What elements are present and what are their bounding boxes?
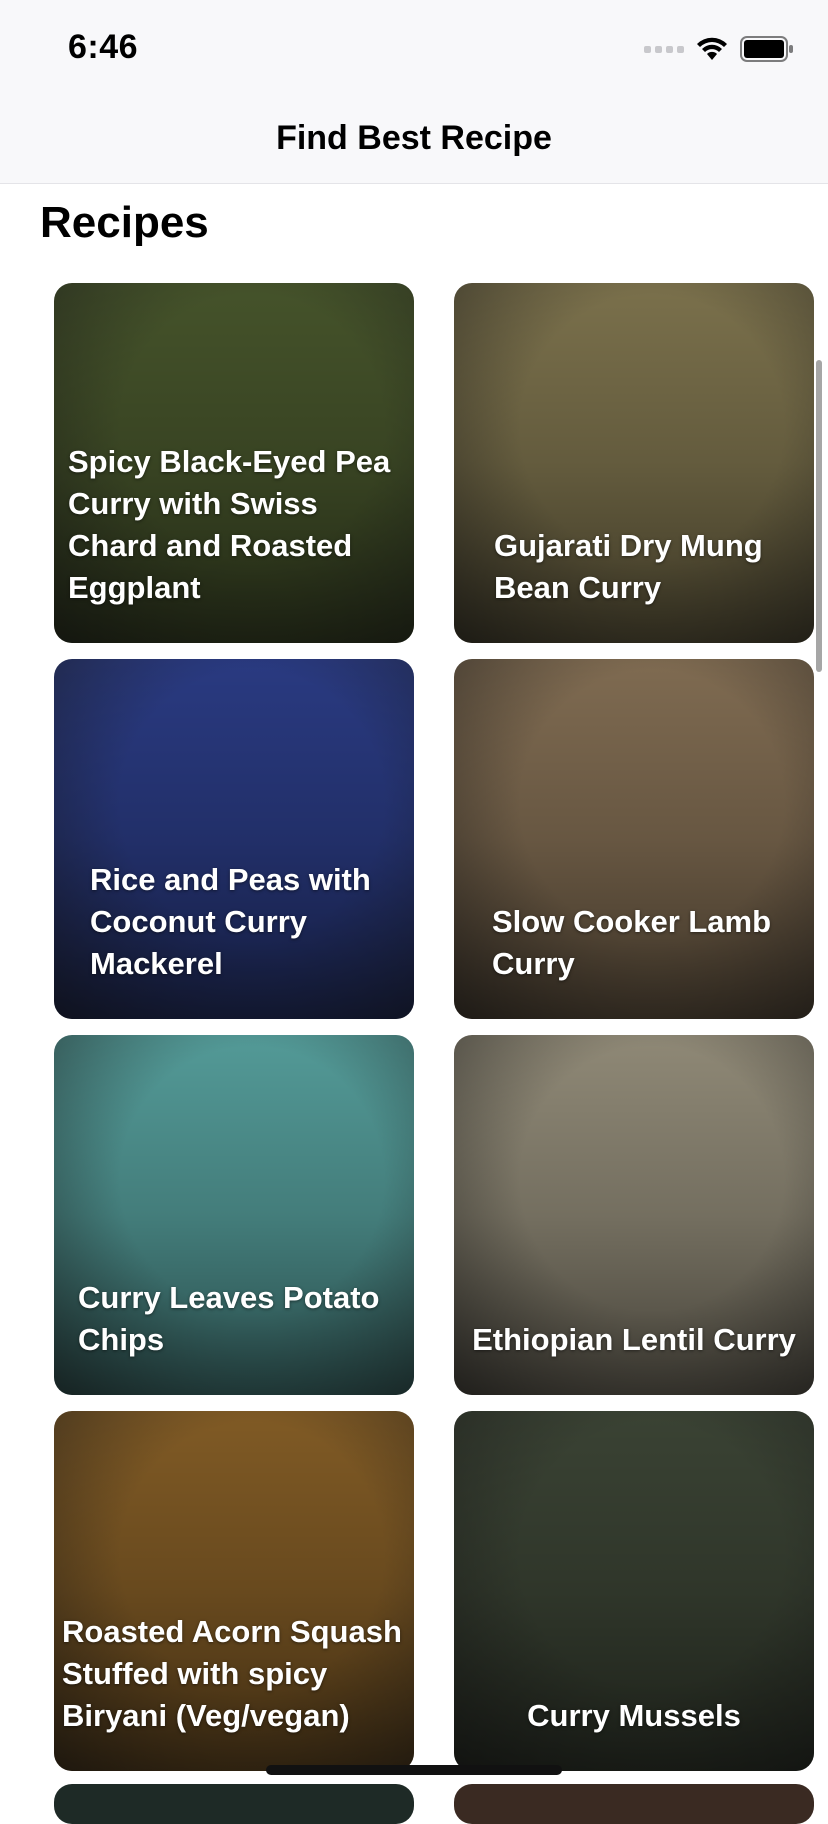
recipe-title: Ethiopian Lentil Curry (472, 1322, 796, 1357)
status-bar: 6:46 (0, 0, 828, 95)
nav-title: Find Best Recipe (276, 119, 552, 157)
recipe-card[interactable]: Spicy Black-Eyed Pea Curry with Swiss Ch… (54, 283, 414, 643)
recipe-title: Curry Leaves Potato Chips (78, 1280, 380, 1357)
recipe-card[interactable]: Ethiopian Lentil Curry (454, 1035, 814, 1395)
navigation-bar: Find Best Recipe (0, 95, 828, 184)
recipe-title: Gujarati Dry Mung Bean Curry (494, 528, 763, 605)
recipe-card-partial[interactable] (54, 1784, 414, 1824)
recipe-card[interactable]: Gujarati Dry Mung Bean Curry (454, 283, 814, 643)
wifi-icon (697, 37, 727, 60)
scroll-indicator[interactable] (816, 360, 822, 672)
recipe-grid: Spicy Black-Eyed Pea Curry with Swiss Ch… (54, 283, 814, 1771)
recipe-card[interactable]: Roasted Acorn Squash Stuffed with spicy … (54, 1411, 414, 1771)
recipe-title: Slow Cooker Lamb Curry (492, 904, 772, 981)
recipe-card[interactable]: Slow Cooker Lamb Curry (454, 659, 814, 1019)
recipe-title: Rice and Peas with Coconut Curry Mackere… (90, 862, 371, 981)
recipe-card-partial[interactable] (454, 1784, 814, 1824)
battery-icon (740, 36, 793, 62)
recipe-title: Curry Mussels (527, 1698, 741, 1733)
signal-dots-icon (644, 46, 684, 53)
home-indicator[interactable] (266, 1765, 562, 1775)
recipe-card[interactable]: Rice and Peas with Coconut Curry Mackere… (54, 659, 414, 1019)
recipe-card[interactable]: Curry Leaves Potato Chips (54, 1035, 414, 1395)
section-title: Recipes (40, 198, 209, 247)
recipe-title: Roasted Acorn Squash Stuffed with spicy … (62, 1614, 402, 1733)
recipe-title: Spicy Black-Eyed Pea Curry with Swiss Ch… (68, 444, 391, 605)
recipe-card[interactable]: Curry Mussels (454, 1411, 814, 1771)
status-time: 6:46 (68, 28, 139, 66)
status-icons (644, 36, 794, 62)
